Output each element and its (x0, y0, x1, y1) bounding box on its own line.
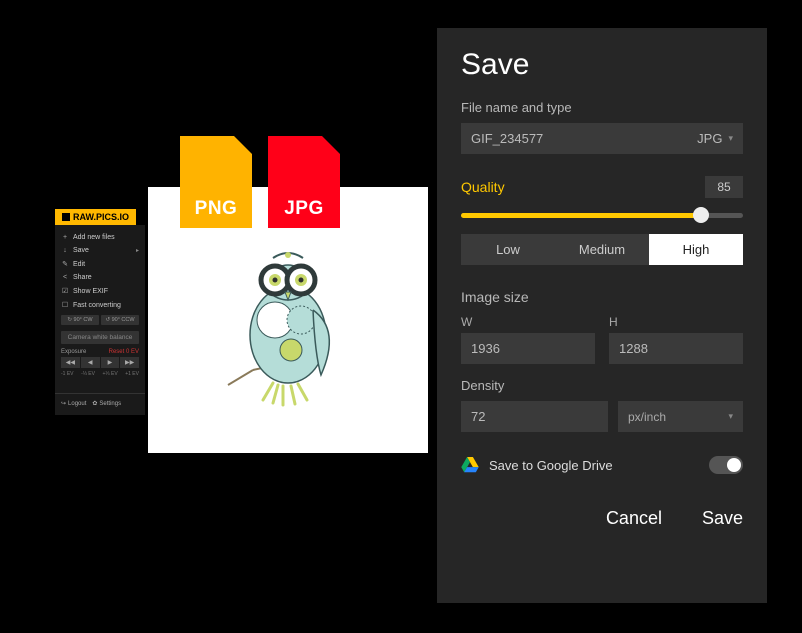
filetype-dropdown[interactable]: JPG ▾ (687, 123, 743, 154)
google-drive-icon (461, 457, 479, 473)
exposure-tick: -1 EV (61, 371, 74, 377)
checkbox-checked-icon: ☑ (61, 287, 69, 295)
edit-button[interactable]: ✎ Edit (55, 257, 145, 271)
download-icon: ↓ (61, 247, 69, 254)
exposure-step-back2[interactable]: ◀◀ (61, 357, 80, 368)
panel-title: Save (461, 48, 743, 82)
save-menu[interactable]: ↓ Save ▸ (55, 244, 145, 257)
quality-slider[interactable] (461, 206, 743, 224)
quality-medium-button[interactable]: Medium (555, 234, 649, 265)
quality-label: Quality (461, 179, 505, 195)
height-label: H (609, 315, 743, 329)
density-unit-dropdown[interactable]: px/inch ▾ (618, 401, 743, 432)
rotate-ccw-button[interactable]: ↺ 90° CCW (101, 315, 139, 325)
file-section-label: File name and type (461, 100, 743, 115)
save-panel: Save File name and type JPG ▾ Quality 85… (437, 28, 767, 603)
image-size-label: Image size (461, 289, 743, 305)
png-file-badge: PNG (180, 136, 252, 228)
camera-white-balance-button[interactable]: Camera white balance (61, 331, 139, 344)
exposure-steps: ◀◀ ◀ ▶ ▶▶ (55, 355, 145, 370)
jpg-label: JPG (268, 198, 340, 220)
exposure-tick: +⅓ EV (103, 371, 118, 377)
logout-icon: ↪ (61, 400, 66, 407)
brand-logo-icon (62, 213, 70, 221)
chevron-down-icon: ▾ (728, 411, 733, 422)
logout-button[interactable]: ↪ Logout (61, 400, 86, 407)
share-button[interactable]: < Share (55, 271, 145, 284)
cancel-button[interactable]: Cancel (606, 508, 662, 529)
pencil-icon: ✎ (61, 260, 69, 268)
share-icon: < (61, 274, 69, 281)
width-input[interactable] (461, 333, 595, 364)
exposure-step-back1[interactable]: ◀ (81, 357, 100, 368)
left-toolbar: + Add new files ↓ Save ▸ ✎ Edit < Share … (55, 225, 145, 415)
exposure-tick: +1 EV (125, 371, 139, 377)
fast-converting-toggle[interactable]: ☐ Fast converting (55, 298, 145, 312)
jpg-file-badge: JPG (268, 136, 340, 228)
rotate-cw-button[interactable]: ↻ 90° CW (61, 315, 99, 325)
slider-thumb[interactable] (693, 207, 709, 223)
quality-low-button[interactable]: Low (461, 234, 555, 265)
chevron-right-icon: ▸ (136, 247, 139, 254)
gdrive-toggle[interactable] (709, 456, 743, 474)
exposure-tick: -⅓ EV (81, 371, 95, 377)
gdrive-label: Save to Google Drive (489, 458, 709, 473)
save-button[interactable]: Save (702, 508, 743, 529)
exposure-label: Exposure (61, 349, 86, 355)
width-label: W (461, 315, 595, 329)
quality-high-button[interactable]: High (649, 234, 743, 265)
exposure-reset-button[interactable]: Reset 0 EV (109, 349, 139, 355)
height-input[interactable] (609, 333, 743, 364)
chevron-down-icon: ▾ (728, 133, 733, 144)
exposure-step-fwd1[interactable]: ▶ (101, 357, 120, 368)
filename-input[interactable] (461, 123, 687, 154)
density-label: Density (461, 378, 743, 393)
brand-text: RAW.PICS.IO (73, 212, 129, 222)
show-exif-toggle[interactable]: ☑ Show EXIF (55, 284, 145, 298)
quality-value: 85 (705, 176, 743, 198)
brand-badge: RAW.PICS.IO (55, 209, 136, 225)
png-label: PNG (180, 198, 252, 220)
plus-icon: + (61, 234, 69, 241)
settings-button[interactable]: ✿ Settings (92, 400, 121, 407)
add-files-button[interactable]: + Add new files (55, 231, 145, 244)
gear-icon: ✿ (92, 400, 97, 407)
slider-fill (461, 213, 701, 218)
density-input[interactable] (461, 401, 608, 432)
exposure-step-fwd2[interactable]: ▶▶ (120, 357, 139, 368)
owl-illustration (213, 220, 363, 420)
checkbox-icon: ☐ (61, 301, 69, 309)
